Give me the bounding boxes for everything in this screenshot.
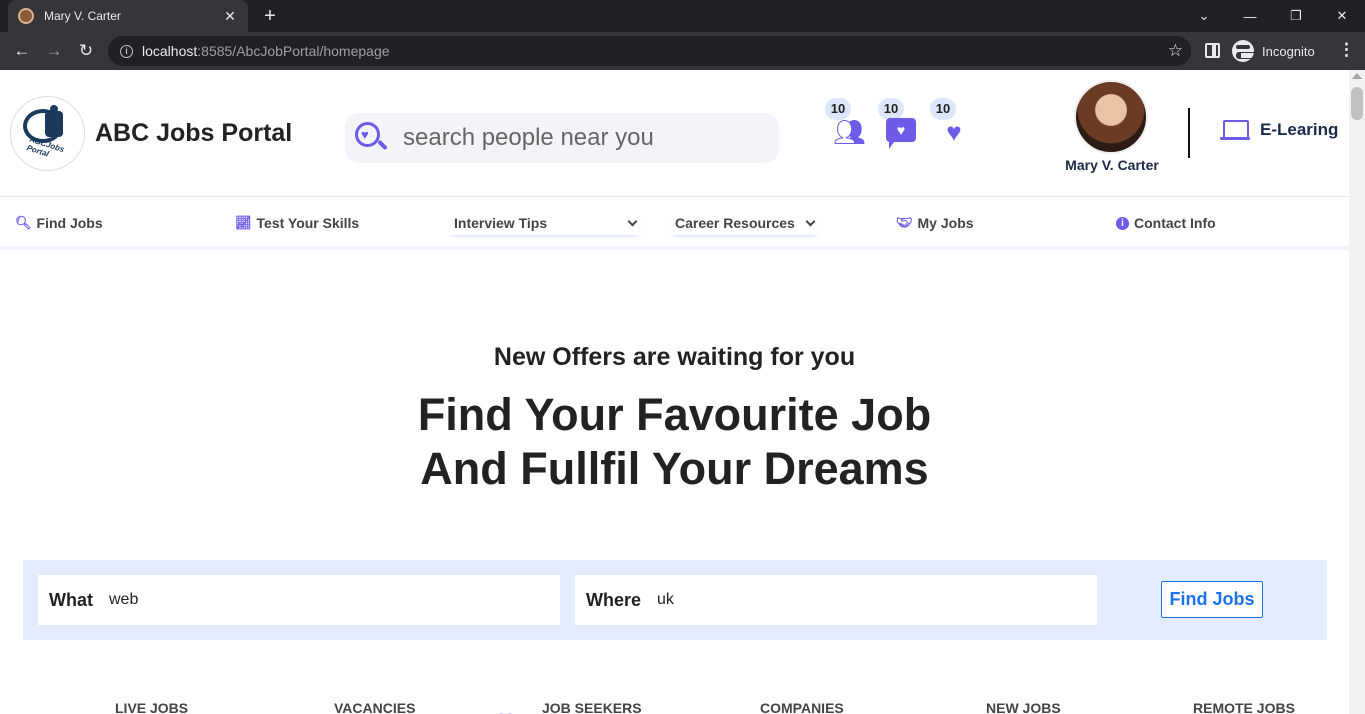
tab-title: Mary V. Carter: [44, 9, 121, 23]
forward-arrow-icon[interactable]: →: [40, 37, 68, 65]
hero-title: Find Your Favourite Job And Fullfil Your…: [0, 388, 1349, 496]
browser-menu-icon[interactable]: ⋮: [1338, 40, 1355, 60]
where-field[interactable]: Where: [575, 575, 1097, 625]
messages-notification[interactable]: 10 ♥: [878, 98, 918, 154]
window-controls: ⌄ — ❐ ✕: [1181, 0, 1365, 32]
where-input[interactable]: [657, 591, 1058, 609]
main-nav: 🔍︎ Find Jobs 📈︎ Test Your Skills Intervi…: [0, 196, 1349, 250]
logo-person-icon: [45, 105, 63, 137]
hero-title-line-2: And Fullfil Your Dreams: [420, 443, 929, 494]
people-search-input[interactable]: [403, 124, 763, 152]
url-path: :8585/AbcJobPortal/homepage: [197, 43, 390, 59]
url-host: localhost: [142, 43, 198, 59]
header-divider: [1188, 108, 1190, 158]
nav-career-resources-label: Career Resources: [675, 215, 795, 231]
laptop-icon: [1220, 120, 1250, 140]
browser-tab-bar: Mary V. Carter ✕ + ⌄ — ❐ ✕: [0, 0, 1365, 32]
address-bar[interactable]: i localhost:8585/AbcJobPortal/homepage ☆: [108, 36, 1191, 66]
nav-test-skills[interactable]: 📈︎ Test Your Skills: [235, 215, 359, 231]
incognito-icon: [1232, 40, 1260, 62]
messages-count-badge: 10: [878, 98, 904, 120]
nav-my-jobs[interactable]: 🤝︎ My Jobs: [896, 215, 974, 231]
nav-contact-info[interactable]: i Contact Info: [1116, 215, 1216, 231]
stat-live-jobs: LIVE JOBS: [115, 700, 189, 714]
what-input[interactable]: [109, 591, 509, 609]
line-chart-icon: 📈︎: [235, 215, 252, 230]
nav-find-jobs[interactable]: 🔍︎ Find Jobs: [15, 215, 103, 231]
scroll-up-arrow-icon[interactable]: [1352, 73, 1362, 79]
back-arrow-icon[interactable]: ←: [8, 37, 36, 65]
chevron-down-icon: [627, 216, 638, 226]
tab-search-chevron-icon[interactable]: ⌄: [1181, 0, 1227, 32]
chevron-down-icon: [805, 216, 816, 226]
page-scrollbar[interactable]: [1349, 70, 1365, 714]
message-heart-icon: ♥: [886, 118, 916, 149]
what-field[interactable]: What: [38, 575, 560, 625]
where-label: Where: [586, 589, 642, 610]
reload-icon[interactable]: ↻: [72, 37, 100, 65]
nav-interview-tips-label: Interview Tips: [454, 215, 548, 231]
tab-favicon-icon: [18, 8, 34, 24]
people-search: ♥: [345, 113, 779, 163]
nav-contact-info-label: Contact Info: [1134, 215, 1216, 231]
side-panel-icon[interactable]: [1205, 43, 1220, 58]
info-circle-icon: i: [1116, 216, 1129, 230]
stat-new-jobs: NEW JOBS: [986, 700, 1061, 714]
incognito-label: Incognito: [1262, 43, 1315, 59]
browser-tab[interactable]: Mary V. Carter ✕: [8, 0, 248, 32]
nav-career-resources-dropdown[interactable]: Career Resources: [671, 211, 818, 235]
elearning-link[interactable]: E-Learing: [1220, 120, 1338, 140]
logo-text: ABCJobs Portal: [25, 134, 66, 159]
find-jobs-button[interactable]: Find Jobs: [1161, 581, 1263, 618]
window-close-icon[interactable]: ✕: [1319, 0, 1365, 32]
likes-notification[interactable]: 10 ♥: [930, 98, 970, 154]
users-icon: 👥︎: [833, 117, 867, 147]
handshake-icon: 🤝︎: [896, 215, 913, 230]
heart-balloon-icon: ♥: [946, 117, 962, 147]
tab-close-icon[interactable]: ✕: [222, 8, 238, 25]
restore-icon[interactable]: ❐: [1273, 0, 1319, 32]
hero-subtitle: New Offers are waiting for you: [493, 343, 856, 371]
site-logo[interactable]: ABCJobs Portal: [10, 96, 85, 171]
scrollbar-thumb[interactable]: [1351, 87, 1363, 120]
minimize-icon[interactable]: —: [1227, 0, 1273, 32]
job-search-form: What Where Find Jobs: [23, 560, 1327, 640]
stat-remote-jobs: REMOTE JOBS: [1193, 700, 1295, 714]
brand-name: ABC Jobs Portal: [95, 119, 293, 147]
user-name[interactable]: Mary V. Carter: [1050, 157, 1174, 173]
nav-my-jobs-label: My Jobs: [917, 215, 974, 231]
what-label: What: [49, 589, 93, 610]
search-icon: 🔍︎: [15, 215, 32, 230]
browser-toolbar: ← → ↻ i localhost:8585/AbcJobPortal/home…: [0, 32, 1365, 70]
stat-vacancies: VACANCIES: [334, 700, 416, 714]
hero-title-line-1: Find Your Favourite Job: [417, 389, 932, 440]
stat-job-seekers: JOB SEEKERS: [542, 700, 642, 714]
nav-find-jobs-label: Find Jobs: [36, 215, 103, 231]
nav-interview-tips-dropdown[interactable]: Interview Tips: [450, 211, 640, 235]
incognito-indicator[interactable]: Incognito: [1232, 36, 1315, 66]
stat-companies: COMPANIES: [760, 700, 844, 714]
search-heart-icon[interactable]: ♥: [355, 122, 388, 154]
avatar[interactable]: [1074, 80, 1148, 154]
page-viewport: ABCJobs Portal ABC Jobs Portal ♥ 10 👥︎ 1…: [0, 70, 1349, 714]
friends-notification[interactable]: 10 👥︎: [825, 98, 867, 154]
site-info-icon[interactable]: i: [120, 44, 133, 58]
nav-test-skills-label: Test Your Skills: [256, 215, 360, 231]
elearning-label: E-Learing: [1260, 120, 1339, 139]
bookmark-star-icon[interactable]: ☆: [1168, 41, 1183, 61]
new-tab-icon[interactable]: +: [258, 4, 282, 28]
